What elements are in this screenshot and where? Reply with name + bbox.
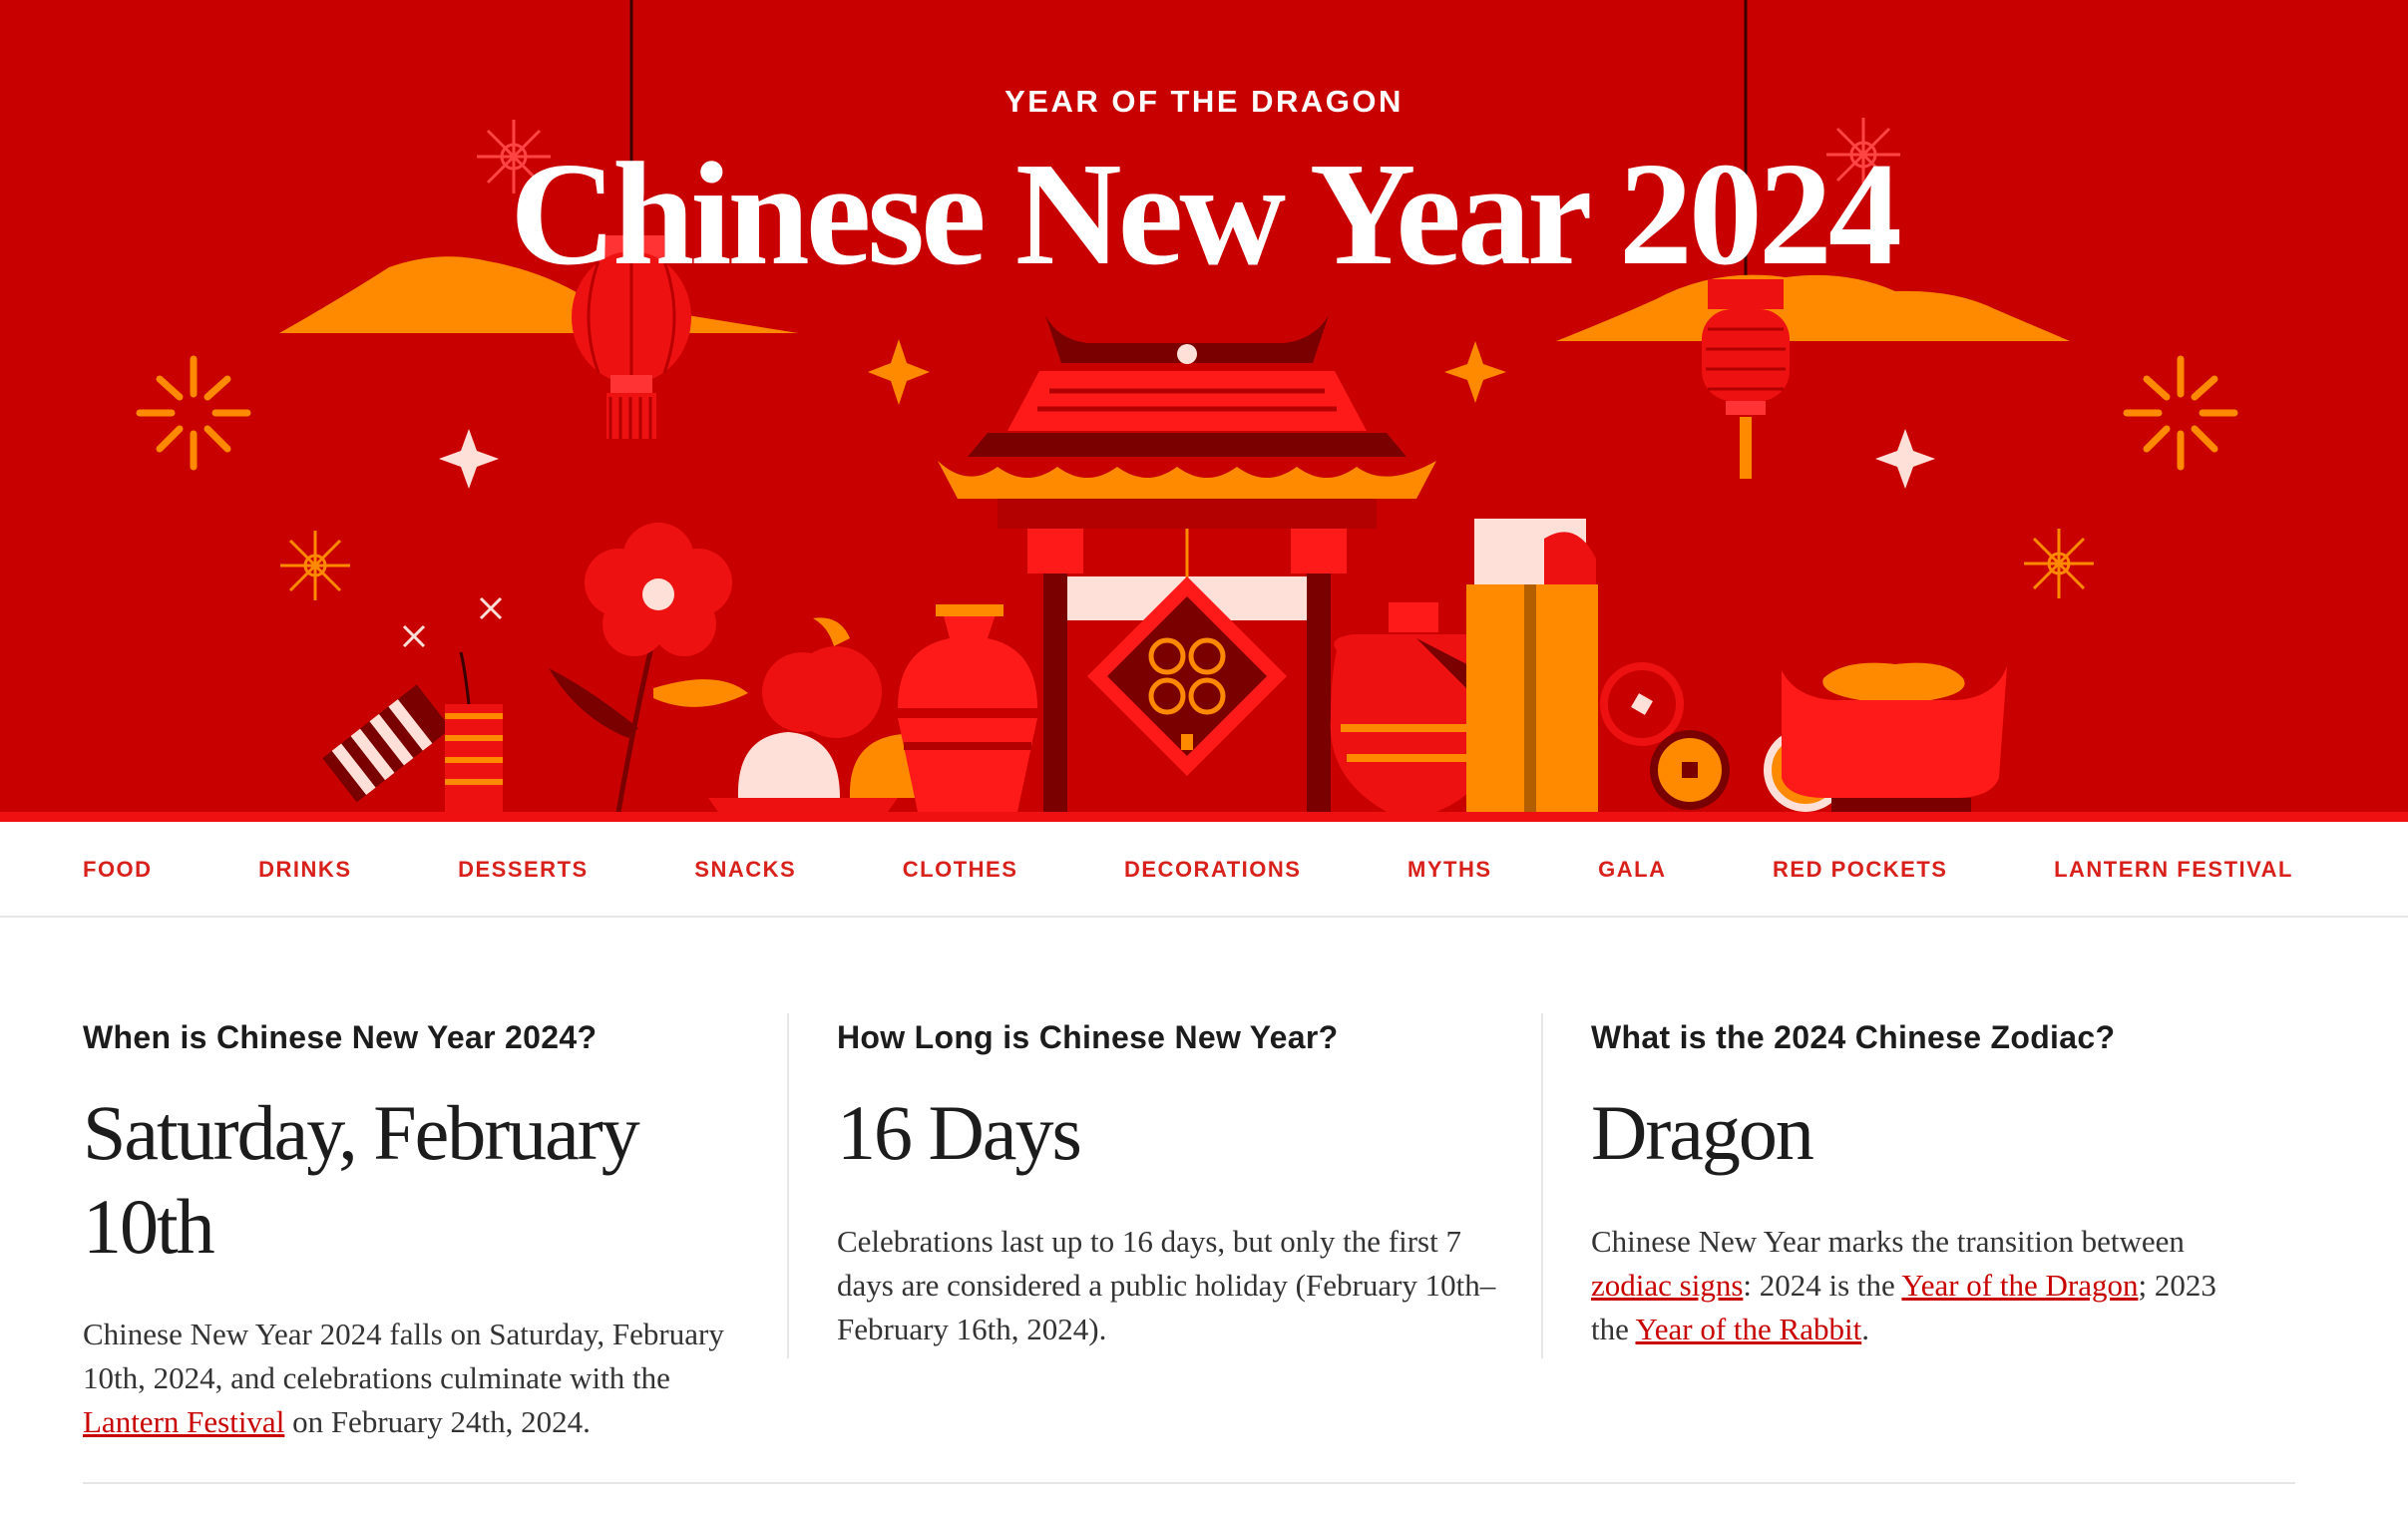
lantern-right-icon — [1702, 279, 1790, 479]
gold-ingot-icon — [1782, 662, 2007, 812]
nav-item-red-pockets[interactable]: RED POCKETS — [1773, 857, 1947, 882]
fact-answer: 16 Days — [837, 1089, 1082, 1176]
fact-text: . — [1861, 1311, 1869, 1346]
fact-question: When is Chinese New Year 2024? — [83, 1019, 598, 1055]
fact-question: What is the 2024 Chinese Zodiac? — [1591, 1019, 2116, 1055]
nav-item-decorations[interactable]: DECORATIONS — [1124, 857, 1301, 882]
fact-body: Chinese New Year marks the transition be… — [1591, 1220, 2255, 1351]
fact-body: Chinese New Year 2024 falls on Saturday,… — [83, 1313, 747, 1444]
lantern-festival-link[interactable]: Lantern Festival — [83, 1404, 284, 1439]
vase-icon — [898, 604, 1037, 812]
fact-answer: Saturday, February 10th — [83, 1089, 640, 1270]
page-title: Chinese New Year 2024 — [510, 133, 1902, 296]
nav-item-myths[interactable]: MYTHS — [1407, 857, 1492, 882]
fact-question: How Long is Chinese New Year? — [837, 1019, 1339, 1055]
firecracker-icon — [322, 596, 503, 812]
section-divider — [83, 1482, 2295, 1484]
nav-item-drinks[interactable]: DRINKS — [258, 857, 351, 882]
fact-when: When is Chinese New Year 2024? Saturday,… — [83, 1013, 787, 1439]
nav-item-clothes[interactable]: CLOTHES — [903, 857, 1018, 882]
nav-item-desserts[interactable]: DESSERTS — [458, 857, 589, 882]
gift-box-icon — [1466, 519, 1598, 812]
fact-answer: Dragon — [1591, 1089, 1814, 1176]
fact-zodiac: What is the 2024 Chinese Zodiac? Dragon … — [1541, 1013, 2295, 1358]
fact-length: How Long is Chinese New Year? 16 Days Ce… — [787, 1013, 1541, 1358]
hero-kicker: YEAR OF THE DRAGON — [1004, 84, 1404, 119]
category-nav-list: FOOD DRINKS DESSERTS SNACKS CLOTHES DECO… — [83, 822, 2293, 918]
zodiac-signs-link[interactable]: zodiac signs — [1591, 1268, 1743, 1303]
fact-text: Chinese New Year marks the transition be… — [1591, 1223, 2185, 1259]
fact-body: Celebrations last up to 16 days, but onl… — [837, 1223, 1496, 1346]
nav-item-snacks[interactable]: SNACKS — [694, 857, 796, 882]
firework-icon — [136, 355, 251, 471]
blossom-icon — [549, 523, 748, 812]
fact-text: : 2024 is the — [1743, 1267, 1902, 1303]
hero-banner: YEAR OF THE DRAGON Chinese New Year 2024 — [0, 0, 2408, 812]
nav-item-lantern-festival[interactable]: LANTERN FESTIVAL — [2054, 857, 2293, 882]
nav-item-food[interactable]: FOOD — [83, 857, 153, 882]
year-of-the-rabbit-link[interactable]: Year of the Rabbit — [1635, 1312, 1861, 1346]
fact-text: Chinese New Year 2024 falls on Saturday,… — [83, 1317, 724, 1396]
firework-icon — [2123, 355, 2238, 471]
year-of-the-dragon-link[interactable]: Year of the Dragon — [1901, 1268, 2138, 1303]
hero-bottom-band — [0, 812, 2408, 822]
fact-text: on February 24th, 2024. — [284, 1404, 591, 1440]
facts-section: When is Chinese New Year 2024? Saturday,… — [83, 1013, 2295, 1439]
category-nav: FOOD DRINKS DESSERTS SNACKS CLOTHES DECO… — [0, 822, 2408, 918]
nav-item-gala[interactable]: GALA — [1598, 857, 1666, 882]
hero-illustration — [136, 0, 2238, 812]
